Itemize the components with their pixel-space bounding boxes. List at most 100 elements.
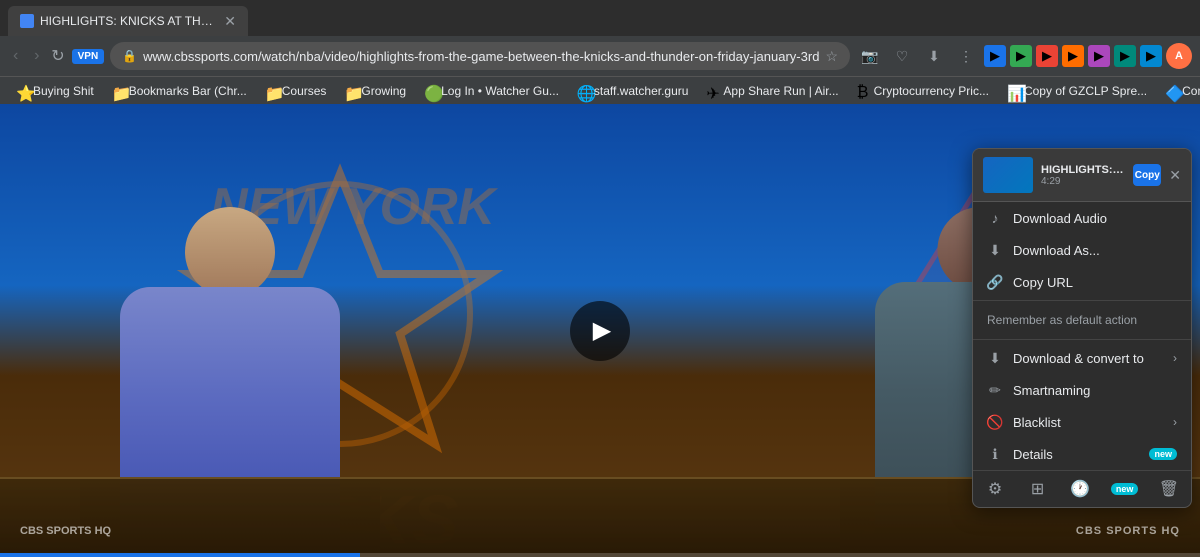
- bookmark-courses[interactable]: 📁 Courses: [257, 82, 335, 100]
- bookmark-label: Bookmarks Bar (Chr...: [129, 84, 247, 98]
- thumbnail: [983, 157, 1033, 193]
- vpn-badge: VPN: [72, 49, 105, 64]
- confluence-icon: 🔷: [1165, 84, 1179, 98]
- arrow-right-icon: ›: [1173, 351, 1177, 365]
- extension-5[interactable]: ▶: [1088, 45, 1110, 67]
- bookmark-label: Copy of GZCLP Spre...: [1024, 84, 1147, 98]
- smartnaming-icon: ✏: [987, 382, 1003, 398]
- bookmark-bookmarks-bar[interactable]: 📁 Bookmarks Bar (Chr...: [104, 82, 255, 100]
- bookmark-gzclp[interactable]: 📊 Copy of GZCLP Spre...: [999, 82, 1155, 100]
- header-title: HIGHLIGHTS: KNICKS AT...: [1041, 164, 1125, 176]
- bookmark-label: Courses: [282, 84, 327, 98]
- dropdown-panel: HIGHLIGHTS: KNICKS AT... 4:29 Copy ✕ ♪ D…: [972, 148, 1192, 508]
- toolbar: ‹ › ↻ VPN 🔒 www.cbssports.com/watch/nba/…: [0, 36, 1200, 76]
- music-icon: ♪: [987, 210, 1003, 226]
- tab-close-icon[interactable]: ✕: [224, 13, 236, 30]
- menu-icon[interactable]: ⋮: [952, 42, 980, 70]
- smartnaming-label: Smartnaming: [1013, 383, 1177, 398]
- refresh-button[interactable]: ↻: [50, 42, 65, 70]
- bookmark-folder-icon: 📁: [265, 84, 279, 98]
- tab-favicon: [20, 14, 34, 28]
- address-bar[interactable]: 🔒 www.cbssports.com/watch/nba/video/high…: [110, 42, 850, 70]
- download-audio-label: Download Audio: [1013, 211, 1177, 226]
- bookmarks-bar: ⭐ Buying Shit 📁 Bookmarks Bar (Chr... 📁 …: [0, 76, 1200, 104]
- extension-4[interactable]: ▶: [1062, 45, 1084, 67]
- cbs-logo-left: CBS SPORTS HQ: [20, 525, 111, 537]
- url-text: www.cbssports.com/watch/nba/video/highli…: [143, 49, 819, 64]
- play-icon: ▶: [593, 316, 611, 345]
- back-button[interactable]: ‹: [8, 42, 23, 70]
- lock-icon: 🔒: [122, 49, 137, 63]
- copy-button[interactable]: Copy: [1133, 164, 1161, 186]
- header-text: HIGHLIGHTS: KNICKS AT... 4:29: [1041, 164, 1125, 187]
- tab-bar: HIGHLIGHTS: KNICKS AT THUNDER - Friday J…: [0, 0, 1200, 36]
- download-convert-item[interactable]: ⬇ Download & convert to ›: [973, 342, 1191, 374]
- new-badge-bottom: new: [1111, 483, 1139, 495]
- bookmark-staff[interactable]: 🌐 staff.watcher.guru: [569, 82, 697, 100]
- bookmark-icon: ⭐: [16, 84, 30, 98]
- link-icon: 🔗: [987, 274, 1003, 290]
- arrow-right-icon-2: ›: [1173, 415, 1177, 429]
- cbs-logo-right: CBS SPORTS HQ: [1076, 525, 1180, 537]
- bookmark-label: Confluence Window...: [1182, 84, 1200, 98]
- remember-label: Remember as default action: [987, 313, 1137, 327]
- copy-url-item[interactable]: 🔗 Copy URL: [973, 266, 1191, 298]
- download-convert-label: Download & convert to: [1013, 351, 1163, 366]
- progress-fill: [0, 553, 360, 557]
- convert-icon: ⬇: [987, 350, 1003, 366]
- bookmark-label: Growing: [361, 84, 406, 98]
- bookmark-crypto[interactable]: ₿ Cryptocurrency Pric...: [849, 82, 997, 100]
- active-tab[interactable]: HIGHLIGHTS: KNICKS AT THUNDER - Friday J…: [8, 6, 248, 36]
- extension-7[interactable]: ▶: [1140, 45, 1162, 67]
- settings-icon[interactable]: ⚙: [983, 477, 1007, 501]
- dropdown-bottom-toolbar: ⚙ ⊞ 🕐 new 🗑: [973, 470, 1191, 507]
- bookmark-growing[interactable]: 📁 Growing: [336, 82, 414, 100]
- sheet-icon: 📊: [1007, 84, 1021, 98]
- details-item[interactable]: ℹ Details new: [973, 438, 1191, 470]
- download-audio-item[interactable]: ♪ Download Audio: [973, 202, 1191, 234]
- blacklist-item[interactable]: 🚫 Blacklist ›: [973, 406, 1191, 438]
- avatar[interactable]: A: [1166, 43, 1192, 69]
- video-progress-bar[interactable]: [0, 553, 1200, 557]
- blacklist-label: Blacklist: [1013, 415, 1163, 430]
- extension-6[interactable]: ▶: [1114, 45, 1136, 67]
- extension-3[interactable]: ▶: [1036, 45, 1058, 67]
- bookmark-confluence[interactable]: 🔷 Confluence Window...: [1157, 82, 1200, 100]
- staff-icon: 🌐: [577, 84, 591, 98]
- menu-divider-2: [973, 339, 1191, 340]
- menu-divider-1: [973, 300, 1191, 301]
- forward-button[interactable]: ›: [29, 42, 44, 70]
- extension-icons: 📷 ♡ ⬇ ⋮ ▶ ▶ ▶ ▶ ▶ ▶ ▶ A: [856, 42, 1192, 70]
- details-icon: ℹ: [987, 446, 1003, 462]
- extension-1[interactable]: ▶: [984, 45, 1006, 67]
- header-time: 4:29: [1041, 176, 1125, 187]
- bookmark-buying[interactable]: ⭐ Buying Shit: [8, 82, 102, 100]
- bookmark-airdrop[interactable]: ✈ App Share Run | Air...: [698, 82, 846, 100]
- details-label: Details: [1013, 447, 1139, 462]
- tab-title: HIGHLIGHTS: KNICKS AT THUNDER - Friday J…: [40, 14, 218, 28]
- smartnaming-item[interactable]: ✏ Smartnaming: [973, 374, 1191, 406]
- clock-icon[interactable]: 🕐: [1068, 477, 1092, 501]
- heart-icon[interactable]: ♡: [888, 42, 916, 70]
- dropdown-close-button[interactable]: ✕: [1169, 167, 1181, 184]
- remember-default-item: Remember as default action: [973, 303, 1191, 337]
- download-icon[interactable]: ⬇: [920, 42, 948, 70]
- bookmark-label: Log In • Watcher Gu...: [441, 84, 559, 98]
- bookmark-watcher[interactable]: 🟢 Log In • Watcher Gu...: [416, 82, 567, 100]
- screenshot-icon[interactable]: 📷: [856, 42, 884, 70]
- crypto-icon: ₿: [857, 84, 871, 98]
- bookmark-label: App Share Run | Air...: [723, 84, 838, 98]
- star-icon: ☆: [825, 48, 838, 65]
- grid-icon[interactable]: ⊞: [1026, 477, 1050, 501]
- new-badge: new: [1149, 448, 1177, 460]
- bookmark-label: staff.watcher.guru: [594, 84, 689, 98]
- download-as-item[interactable]: ⬇ Download As...: [973, 234, 1191, 266]
- bookmark-folder-icon: 📁: [344, 84, 358, 98]
- extension-2[interactable]: ▶: [1010, 45, 1032, 67]
- airdrop-icon: ✈: [706, 84, 720, 98]
- trash-icon[interactable]: 🗑: [1157, 477, 1181, 501]
- bookmark-label: Cryptocurrency Pric...: [874, 84, 989, 98]
- download-as-icon: ⬇: [987, 242, 1003, 258]
- play-button[interactable]: ▶: [570, 301, 630, 361]
- dropdown-header: HIGHLIGHTS: KNICKS AT... 4:29 Copy ✕: [973, 149, 1191, 202]
